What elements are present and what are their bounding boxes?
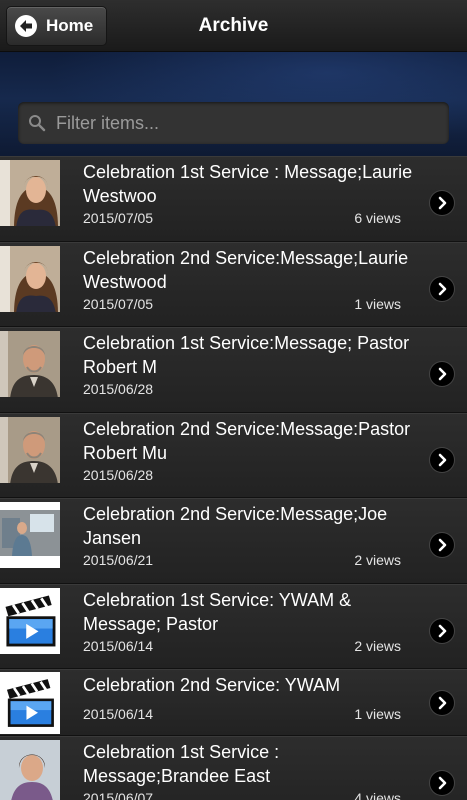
item-title: Celebration 2nd Service:Message:Pastor R… bbox=[83, 418, 411, 463]
item-date: 2015/06/21 bbox=[83, 552, 154, 568]
chevron-right-icon[interactable] bbox=[430, 771, 454, 795]
chevron-right-icon[interactable] bbox=[430, 533, 454, 557]
thumbnail-image bbox=[0, 740, 60, 800]
item-date: 2015/06/28 bbox=[83, 466, 154, 483]
list-item[interactable]: Celebration 1st Service : Message;Laurie… bbox=[0, 156, 467, 242]
thumbnail-image bbox=[0, 502, 60, 568]
item-views: 1 views bbox=[354, 706, 401, 722]
item-date: 2015/06/07 bbox=[83, 790, 154, 800]
item-date: 2015/06/28 bbox=[83, 381, 154, 397]
nav-bar: Home Archive bbox=[0, 0, 467, 52]
item-title: Celebration 2nd Service:Message;Joe Jans… bbox=[83, 504, 388, 548]
search-bar[interactable] bbox=[18, 102, 449, 144]
item-title: Celebration 2nd Service:Message;Laurie W… bbox=[83, 247, 409, 292]
thumbnail-image bbox=[0, 331, 60, 397]
video-clapper-icon bbox=[0, 587, 60, 654]
thumbnail-image bbox=[0, 245, 60, 312]
thumbnail-image bbox=[0, 416, 60, 483]
chevron-right-icon[interactable] bbox=[430, 691, 454, 715]
item-date: 2015/06/14 bbox=[83, 637, 154, 654]
item-date: 2015/06/14 bbox=[83, 706, 154, 722]
item-title: Celebration 1st Service:Message; Pastor … bbox=[83, 333, 410, 377]
back-arrow-icon bbox=[15, 15, 37, 37]
list-item[interactable]: Celebration 1st Service: YWAM & Message;… bbox=[0, 583, 467, 669]
list-item[interactable]: Celebration 2nd Service: YWAM 2015/06/14 1… bbox=[0, 669, 467, 736]
thumbnail-image bbox=[0, 160, 60, 226]
list-item[interactable]: Celebration 1st Service:Message; Pastor … bbox=[0, 327, 467, 413]
item-date: 2015/07/05 bbox=[83, 295, 154, 312]
item-views: 1 views bbox=[354, 295, 401, 312]
home-button-label: Home bbox=[46, 16, 94, 35]
chevron-right-icon[interactable] bbox=[430, 191, 454, 215]
archive-list: Celebration 1st Service : Message;Laurie… bbox=[0, 156, 467, 800]
item-date: 2015/07/05 bbox=[83, 210, 154, 226]
item-title: Celebration 1st Service : Message;Laurie… bbox=[83, 162, 413, 206]
list-item[interactable]: Celebration 2nd Service:Message;Joe Jans… bbox=[0, 498, 467, 584]
item-views: 2 views bbox=[354, 637, 401, 654]
item-title: Celebration 2nd Service: YWAM bbox=[83, 675, 341, 695]
item-views: 2 views bbox=[354, 552, 401, 568]
item-title: Celebration 1st Service: YWAM & Message;… bbox=[83, 589, 352, 634]
chevron-right-icon[interactable] bbox=[430, 362, 454, 386]
item-views: 6 views bbox=[354, 210, 401, 226]
home-button[interactable]: Home bbox=[6, 6, 107, 46]
chevron-right-icon[interactable] bbox=[430, 618, 454, 643]
header-banner bbox=[0, 52, 467, 156]
item-title: Celebration 1st Service : Message;Brande… bbox=[83, 742, 280, 786]
item-views: 4 views bbox=[354, 790, 401, 800]
list-item[interactable]: Celebration 1st Service : Message;Brande… bbox=[0, 736, 467, 800]
chevron-right-icon[interactable] bbox=[430, 276, 454, 301]
search-input[interactable] bbox=[56, 112, 436, 134]
video-clapper-icon bbox=[0, 672, 60, 734]
search-icon bbox=[29, 115, 46, 132]
list-item[interactable]: Celebration 2nd Service:Message:Pastor R… bbox=[0, 412, 467, 498]
chevron-right-icon[interactable] bbox=[430, 447, 454, 472]
list-item[interactable]: Celebration 2nd Service:Message;Laurie W… bbox=[0, 241, 467, 327]
